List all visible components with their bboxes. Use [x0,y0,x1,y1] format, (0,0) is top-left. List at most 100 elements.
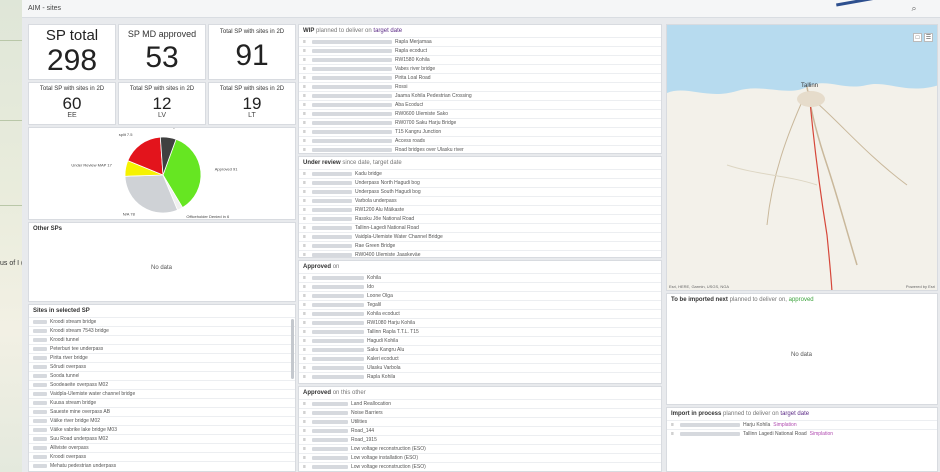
list-item[interactable]: ≡ Kohila [299,273,661,282]
redacted-code [33,338,47,342]
list-item[interactable]: ≡ Rapla Merjamaa [299,37,661,46]
list-item[interactable]: ≡ Vabes river bridge [299,64,661,73]
list-item[interactable]: ≡ Low voltage reconstruction (ESO) [299,444,661,453]
list-item-label: Underpass South Hagudi bog [355,189,421,195]
list-item[interactable]: ≡ Varbola underpass [299,196,661,205]
list-item[interactable]: Sõrudi overpass [29,362,295,371]
list-item[interactable]: Peterburi tee underpass [29,344,295,353]
list-item[interactable]: ≡ Rapla ecoduct [299,46,661,55]
list-item[interactable]: Mehatu pedestrian underpass [29,461,295,470]
redacted-code [312,447,348,451]
scrollbar[interactable] [291,319,294,379]
list-item[interactable]: ≡ Ido [299,282,661,291]
list-item[interactable]: Pirita river bridge [29,353,295,362]
list-item[interactable]: Kroodi overpass [29,452,295,461]
map-view[interactable]: Tallinn □ ☰ Esri, HERE, Garmin, USGS, NG… [666,24,938,291]
redacted-code [312,217,352,221]
list-item[interactable]: ≡ Tegalil [299,300,661,309]
list-item[interactable]: Soodeaeite overpass M02 [29,380,295,389]
list-item[interactable]: ≡ Hagudi Kohila [299,336,661,345]
list-item[interactable]: Kuusa stream bridge [29,398,295,407]
list-item[interactable]: Kroodi stream 7543 bridge [29,326,295,335]
to-import-title: To be imported next [671,297,728,303]
list-item[interactable]: ≡ Low voltage reconstruction (ESO) [299,462,661,471]
redacted-code [33,329,47,333]
list-item[interactable]: ≡ Vaidpla-Ülemiste Water Channel Bridge [299,232,661,241]
list-item[interactable]: ≡ RW1200 Alu Mäikaste [299,205,661,214]
list-item[interactable]: ≡ Access roads [299,136,661,145]
redacted-code [33,419,47,423]
list-item[interactable]: ≡ Kaleri ecoduct [299,354,661,363]
row-prefix-icon: ≡ [303,75,306,81]
indicator-title: Total SP with sites in 2D [219,86,285,92]
list-item-label: Road bridges over Ülasku river [395,147,464,153]
list-item[interactable]: ≡ Jaama Kohila Pedestrian Crossing [299,91,661,100]
list-item[interactable]: ≡ RW1580 Kohila [299,55,661,64]
list-item[interactable]: ≡ Pirita Loal Road [299,73,661,82]
row-prefix-icon: ≡ [303,455,306,461]
list-item[interactable]: ≡ Tallinn-Lagedi National Road [299,223,661,232]
list-item[interactable]: ≡ Road_144 [299,426,661,435]
row-prefix-icon: ≡ [303,84,306,90]
list-item[interactable]: Väike vabrike lake bridge M03 [29,425,295,434]
list-item[interactable]: ≡ Utilities [299,417,661,426]
list-item[interactable]: ≡ Aba Ecoduct [299,100,661,109]
list-item[interactable]: ≡ RW0400 Ülemiste Jaaskeväe [299,250,661,257]
list-item[interactable]: ≡ Underpass North Hagudi bog [299,178,661,187]
import-process-target: target date [780,411,810,417]
redacted-code [312,85,392,89]
list-item[interactable]: Kroodi tunnel [29,335,295,344]
import-process-list: ≡ Harju Kohila Simplation ≡ Tallinn Lagedi N… [667,420,937,438]
list-item-label: Mehatu pedestrian underpass [50,463,117,469]
redacted-code [312,58,392,62]
list-item[interactable]: Kroodi stream bridge [29,317,295,326]
list-item[interactable]: ≡ Rassku Jõe National Road [299,214,661,223]
pie-slice-label: Under Review MAP 17 [71,163,112,168]
list-item[interactable]: ≡ Noise Barriers [299,408,661,417]
approved-list: ≡ Kohila ≡ Ido ≡ Loone Olga ≡ Tegalil ≡ Kohila ec… [299,273,661,381]
list-item-label: Loone Olga [367,293,393,299]
list-item[interactable]: ≡ Rae Green Bridge [299,241,661,250]
status-pie-chart-panel: Approved 91 Officeholder Denied in 6 N/A 7… [28,127,296,220]
list-item[interactable]: ≡ RW0600 Ülemiste Sako [299,109,661,118]
list-item[interactable]: Vaidpla-Ülemiste water channel bridge [29,389,295,398]
list-item[interactable]: ≡ Kadu bridge [299,169,661,178]
list-item[interactable]: ≡ Ülasku Varbola [299,363,661,372]
search-icon[interactable]: ⌕ [908,3,920,15]
list-item[interactable]: Alliviste overpass [29,443,295,452]
list-item[interactable]: Saueste mine overpass AB [29,407,295,416]
list-item[interactable]: ≡ Loone Olga [299,291,661,300]
list-item[interactable]: ≡ Land Reallocation [299,399,661,408]
list-item[interactable]: Väike river bridge M02 [29,416,295,425]
list-item-label: Vabes river bridge [395,66,436,72]
simplation-link[interactable]: Simplation [773,422,796,428]
list-item[interactable]: ≡ Low voltage installation (ESO) [299,453,661,462]
list-item[interactable]: ≡ Road_1915 [299,435,661,444]
map-canvas[interactable] [667,25,938,291]
list-item[interactable]: Sooda tunnel [29,371,295,380]
redacted-code [33,401,47,405]
list-item[interactable]: ≡ Harju Kohila Simplation [667,420,937,429]
panel-title: To be imported next planned to deliver o… [667,294,937,306]
list-item[interactable]: ≡ Rapla Kohila [299,372,661,381]
list-item[interactable]: ≡ RW1080 Harju Kohila [299,318,661,327]
map-layers-icon[interactable]: □ [913,33,922,42]
list-item[interactable]: ≡ Underpass South Hagudi bog [299,187,661,196]
list-item[interactable]: ≡ Tallinn Rapla T.T.L. T15 [299,327,661,336]
list-item[interactable]: ≡ Tallinn Lagedi National Road Simplation [667,429,937,438]
list-item[interactable]: ≡ Saku Kangru Alu [299,345,661,354]
redacted-code [33,428,47,432]
map-basemap-icon[interactable]: ☰ [924,33,933,42]
redacted-code [312,330,364,334]
list-item[interactable]: ≡ RW0700 Saku Harju Bridge [299,118,661,127]
simplation-link[interactable]: Simplation [810,431,833,437]
list-item[interactable]: Suu Road underpass M02 [29,434,295,443]
status-pie-chart[interactable]: Approved 91 Officeholder Denied in 6 N/A 7… [29,128,296,220]
list-item[interactable]: ≡ Road bridges over Ülasku river [299,145,661,153]
list-item[interactable]: ≡ Kohila ecoduct [299,309,661,318]
list-item[interactable]: ≡ Rossi [299,82,661,91]
row-prefix-icon: ≡ [303,180,306,186]
list-item[interactable]: ≡ T15 Kangru Junction [299,127,661,136]
to-import-status: approved [788,297,814,303]
redacted-code [312,312,364,316]
